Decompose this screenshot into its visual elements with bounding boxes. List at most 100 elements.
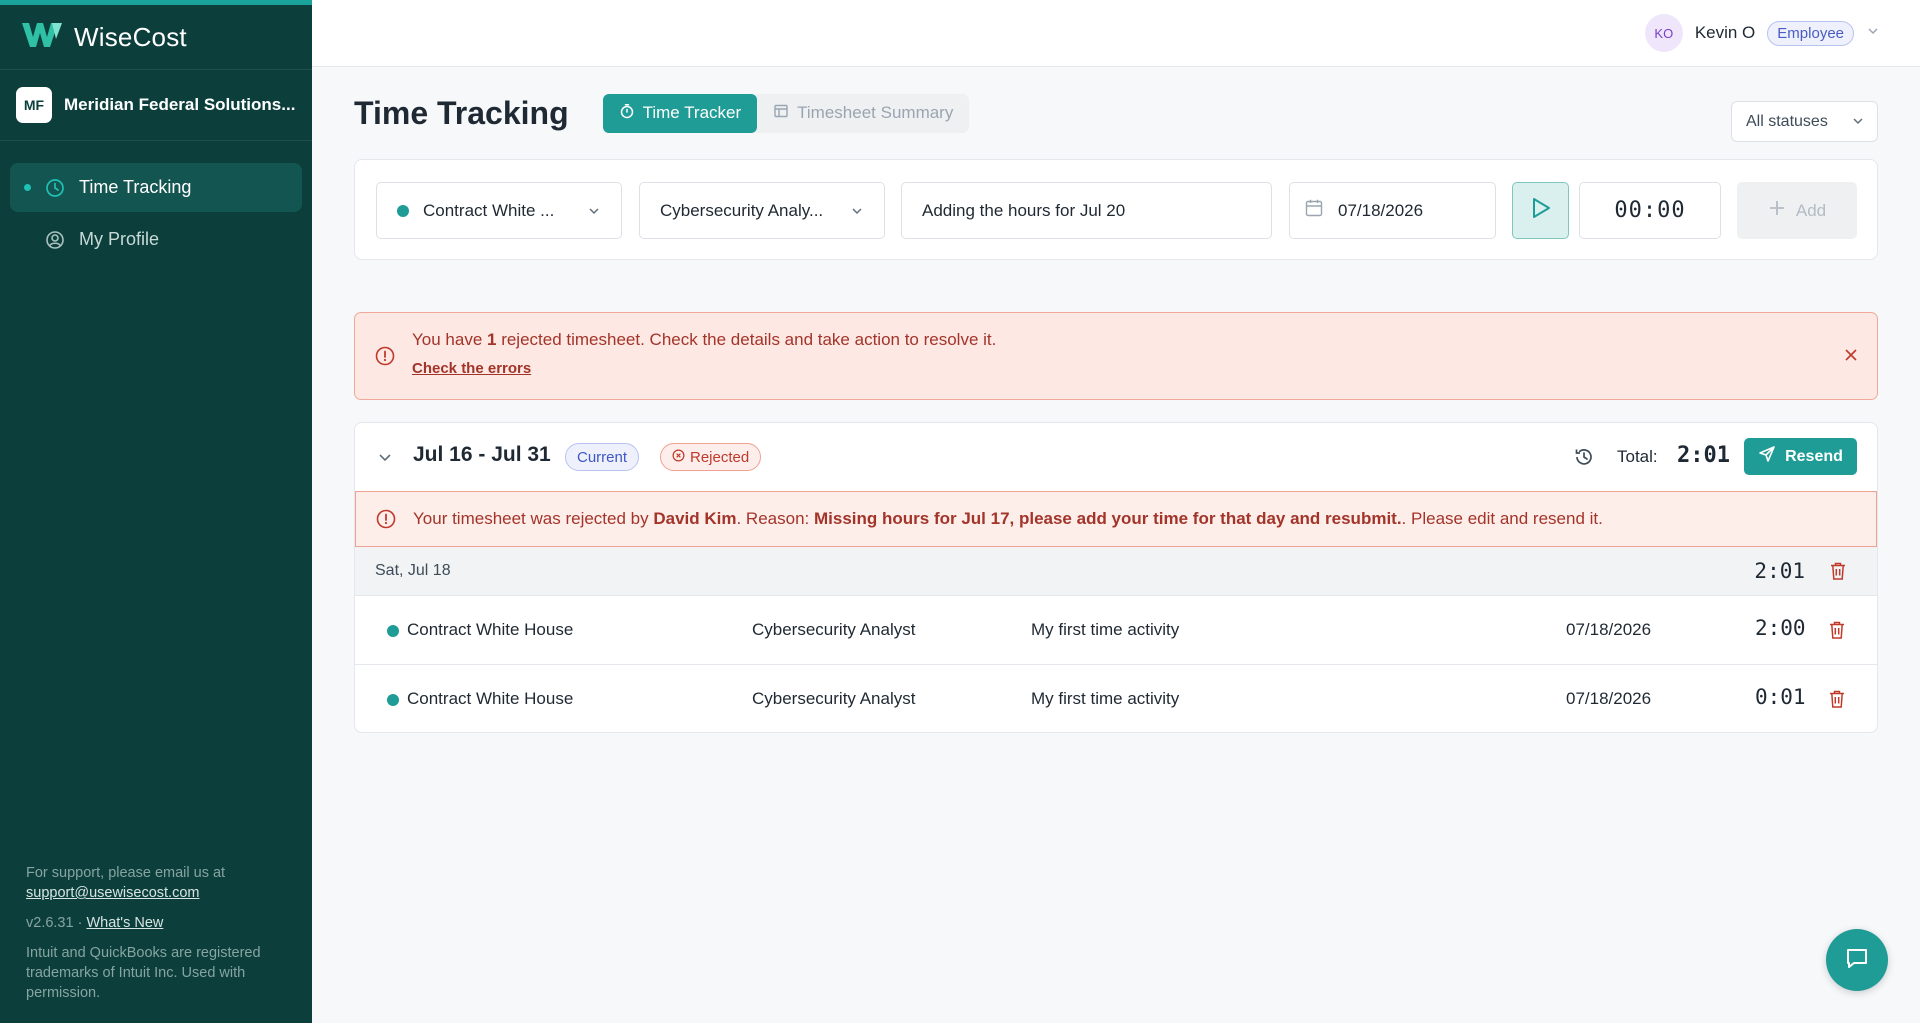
sidebar-item-time-tracking[interactable]: Time Tracking: [10, 163, 302, 212]
date-picker[interactable]: 07/18/2026: [1289, 182, 1496, 239]
entry-project: Contract White House: [407, 689, 574, 708]
project-select-value: Contract White ...: [423, 200, 555, 220]
rejection-message: Your timesheet was rejected by David Kim…: [413, 509, 1603, 528]
org-name: Meridian Federal Solutions...: [64, 95, 296, 114]
x-circle-icon: [672, 449, 685, 466]
calendar-icon: [1304, 198, 1324, 223]
plus-icon: [1768, 199, 1786, 222]
send-icon: [1758, 445, 1776, 468]
trash-icon[interactable]: [1828, 689, 1846, 714]
table-row[interactable]: Contract White House Cybersecurity Analy…: [355, 595, 1877, 664]
tab-timesheet-summary[interactable]: Timesheet Summary: [757, 94, 969, 133]
title-row: Time Tracking Time Tracker Timesheet Sum…: [354, 67, 1878, 159]
org-avatar: MF: [16, 87, 52, 123]
entry-date: 07/18/2026: [1566, 620, 1652, 639]
role-badge: Employee: [1767, 20, 1854, 46]
sidebar: WiseCost MF Meridian Federal Solutions..…: [0, 0, 312, 1023]
topbar: KO Kevin O Employee: [312, 0, 1920, 67]
sidebar-nav: Time Tracking My Profile: [0, 141, 312, 264]
timesheet-header: Jul 16 - Jul 31 Current Rejected Total: …: [355, 423, 1877, 491]
tab-label: Timesheet Summary: [797, 103, 954, 122]
alert-circle-icon: [376, 509, 396, 534]
chevron-down-icon: [850, 203, 864, 223]
date-value: 07/18/2026: [1338, 200, 1424, 220]
entry-date: 07/18/2026: [1566, 689, 1652, 708]
whats-new-link[interactable]: What's New: [86, 915, 163, 931]
sidebar-item-my-profile[interactable]: My Profile: [10, 215, 302, 264]
avatar: KO: [1644, 14, 1683, 52]
resend-button[interactable]: Resend: [1744, 438, 1857, 475]
role-select-value: Cybersecurity Analy...: [660, 200, 824, 220]
sidebar-footer: For support, please email us at support@…: [26, 863, 296, 1003]
close-icon[interactable]: [1843, 347, 1859, 368]
entry-description: My first time activity: [1031, 620, 1180, 639]
status-badge: Rejected: [660, 443, 762, 471]
clock-icon: [45, 178, 65, 198]
entry-description: My first time activity: [1031, 689, 1180, 708]
day-label: Sat, Jul 18: [375, 562, 451, 579]
page-title: Time Tracking: [354, 94, 569, 131]
chevron-down-icon: [587, 203, 601, 223]
description-input-value: Adding the hours for Jul 20: [922, 200, 1126, 220]
role-select[interactable]: Cybersecurity Analy...: [639, 182, 885, 239]
timesheet-card: Jul 16 - Jul 31 Current Rejected Total: …: [354, 422, 1878, 733]
entry-project: Contract White House: [407, 620, 574, 639]
org-switcher[interactable]: MF Meridian Federal Solutions...: [0, 69, 312, 141]
table-row[interactable]: Contract White House Cybersecurity Analy…: [355, 664, 1877, 732]
rejected-by: David Kim: [653, 509, 737, 528]
trash-icon[interactable]: [1829, 561, 1847, 586]
status-filter-value: All statuses: [1746, 112, 1828, 130]
history-icon[interactable]: [1573, 446, 1595, 473]
add-label: Add: [1795, 200, 1827, 220]
check-errors-link[interactable]: Check the errors: [412, 360, 531, 377]
user-circle-icon: [45, 230, 65, 250]
current-badge: Current: [565, 443, 640, 471]
brand-name: WiseCost: [74, 21, 187, 52]
chevron-down-icon: [1851, 114, 1865, 133]
wisecost-logo-icon: [20, 19, 64, 56]
timer-display[interactable]: 00:00: [1579, 182, 1721, 239]
rejection-reason-banner: Your timesheet was rejected by David Kim…: [355, 491, 1877, 547]
entry-duration: 0:01: [1755, 685, 1806, 709]
sidebar-item-label: Time Tracking: [79, 177, 192, 197]
user-menu[interactable]: KO Kevin O Employee: [1644, 14, 1880, 52]
view-tabs: Time Tracker Timesheet Summary: [602, 93, 970, 133]
entry-duration: 2:00: [1755, 616, 1806, 640]
project-color-dot: [387, 625, 399, 637]
alert-circle-icon: [375, 346, 395, 371]
chevron-down-icon: [1866, 24, 1880, 43]
brand[interactable]: WiseCost: [0, 5, 312, 69]
support-email-link[interactable]: support@usewisecost.com: [26, 885, 199, 901]
total-value: 2:01: [1677, 443, 1730, 468]
chat-bubble-icon: [1843, 944, 1871, 977]
entry-role: Cybersecurity Analyst: [752, 620, 916, 639]
chat-button[interactable]: [1826, 929, 1888, 991]
entry-role: Cybersecurity Analyst: [752, 689, 916, 708]
project-color-dot: [397, 204, 409, 217]
user-name: Kevin O: [1694, 23, 1756, 42]
day-group-header: Sat, Jul 18 2:01: [355, 547, 1877, 595]
trash-icon[interactable]: [1828, 620, 1846, 645]
rejection-reason: Missing hours for Jul 17, please add you…: [813, 509, 1402, 528]
active-indicator: [24, 184, 31, 191]
stopwatch-icon: [619, 103, 635, 124]
support-text: For support, please email us at: [26, 865, 226, 881]
day-total: 2:01: [1754, 559, 1805, 583]
project-select[interactable]: Contract White ...: [376, 182, 622, 239]
play-icon: [1530, 196, 1552, 225]
tab-time-tracker[interactable]: Time Tracker: [602, 93, 758, 133]
add-entry-button[interactable]: Add: [1737, 182, 1857, 239]
timesheet-period: Jul 16 - Jul 31: [413, 443, 551, 466]
chevron-down-icon[interactable]: [377, 449, 393, 470]
alert-message: You have 1 rejected timesheet. Check the…: [412, 330, 997, 349]
start-timer-button[interactable]: [1512, 182, 1569, 239]
time-tracker-bar: Contract White ... Cybersecurity Analy..…: [354, 159, 1878, 260]
total-label: Total:: [1617, 447, 1658, 466]
status-filter-select[interactable]: All statuses: [1731, 101, 1878, 142]
project-color-dot: [387, 694, 399, 706]
sidebar-item-label: My Profile: [79, 229, 160, 249]
tab-label: Time Tracker: [642, 103, 742, 122]
rejected-timesheet-alert: You have 1 rejected timesheet. Check the…: [354, 312, 1878, 400]
description-input[interactable]: Adding the hours for Jul 20: [901, 182, 1272, 239]
main-content: Time Tracking Time Tracker Timesheet Sum…: [354, 67, 1878, 733]
